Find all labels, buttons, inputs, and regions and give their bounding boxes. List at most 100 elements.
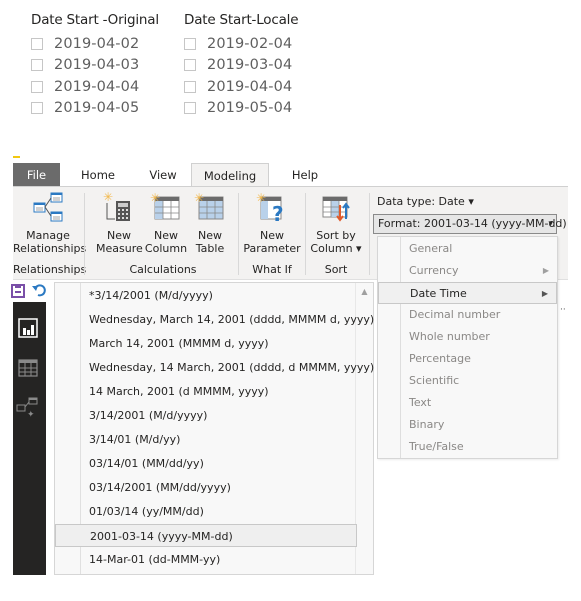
slicer-title: Date Start-Locale xyxy=(184,12,299,28)
new-table-icon: ✳ xyxy=(194,191,224,220)
group-label-calculations: Calculations xyxy=(129,263,197,276)
scroll-up-icon[interactable]: ▲ xyxy=(356,287,373,296)
tab-modeling[interactable]: Modeling xyxy=(191,163,269,188)
format-category-item[interactable]: General xyxy=(378,238,557,260)
slicer-option[interactable]: 2019-03-04 xyxy=(184,55,292,75)
button-label-line2: Relationships xyxy=(13,242,87,255)
undo-icon[interactable] xyxy=(31,282,47,298)
save-icon[interactable] xyxy=(11,283,25,298)
ribbon-tab-bar: File Home View Modeling Help xyxy=(13,163,581,188)
slicer-option[interactable]: 2019-04-03 xyxy=(31,55,139,75)
button-label-line1: New xyxy=(198,229,222,242)
sort-by-column-icon xyxy=(322,196,350,222)
slicer-title: Date Start -Original xyxy=(31,12,159,28)
format-option[interactable]: 01/03/14 (yy/MM/dd) xyxy=(55,500,357,523)
slicer-option-label: 2019-05-04 xyxy=(207,100,293,116)
checkbox[interactable] xyxy=(31,102,43,114)
button-label-line1: Sort by xyxy=(316,229,356,242)
format-category-label: Currency xyxy=(409,264,459,277)
group-divider xyxy=(84,193,85,275)
button-label-line2: Parameter xyxy=(243,242,301,255)
group-divider xyxy=(305,193,306,275)
data-type-dropdown[interactable]: Data type: Date ▾ xyxy=(377,195,474,208)
slicer-option-label: 2019-04-03 xyxy=(54,57,140,73)
calculator-icon: ✳ xyxy=(103,191,130,221)
checkbox[interactable] xyxy=(184,102,196,114)
format-option[interactable]: 14-Mar-01 (dd-MMM-yy) xyxy=(55,548,357,571)
slicer-locale: Date Start-Locale 2019-02-04 2019-03-04 … xyxy=(184,12,344,122)
svg-text:?: ? xyxy=(272,202,284,223)
slicer-option[interactable]: 2019-04-02 xyxy=(31,34,139,54)
model-view-icon[interactable]: ✦ xyxy=(16,397,40,420)
format-option[interactable]: Wednesday, 14 March, 2001 (dddd, d MMMM,… xyxy=(55,356,374,379)
format-category-label: Scientific xyxy=(409,374,460,387)
format-category-label: General xyxy=(409,242,453,255)
format-dropdown-value: Format: 2001-03-14 (yyyy-MM-dd) xyxy=(378,217,567,230)
new-parameter-button[interactable]: ✳ ? New Parameter xyxy=(242,191,302,255)
format-option[interactable]: March 14, 2001 (MMMM d, yyyy) xyxy=(55,332,357,355)
slicer-option[interactable]: 2019-04-04 xyxy=(31,77,139,97)
format-category-item[interactable]: Percentage xyxy=(378,348,557,370)
sort-by-column-button[interactable]: Sort by Column ▾ xyxy=(309,191,363,255)
report-view-icon[interactable] xyxy=(17,317,39,339)
slicer-option[interactable]: 2019-04-05 xyxy=(31,98,139,118)
format-category-item[interactable]: Decimal number xyxy=(378,304,557,326)
format-option[interactable]: 03/14/01 (MM/dd/yy) xyxy=(55,452,357,475)
format-dropdown[interactable]: Format: 2001-03-14 (yyyy-MM-dd) ▾ xyxy=(373,214,567,234)
format-option[interactable]: 2001-03-14 (yyyy-MM-dd) xyxy=(55,524,357,547)
tab-help[interactable]: Help xyxy=(289,163,321,187)
group-divider xyxy=(369,193,370,275)
new-column-icon: ✳ xyxy=(150,191,180,220)
app-accent-bar xyxy=(13,156,20,158)
tab-home[interactable]: Home xyxy=(80,163,116,187)
checkbox[interactable] xyxy=(31,81,43,93)
new-column-button[interactable]: ✳ New Column xyxy=(144,191,188,255)
slicer-option[interactable]: 2019-02-04 xyxy=(184,34,292,54)
group-label-what-if: What If xyxy=(252,263,292,276)
svg-text:✳: ✳ xyxy=(150,191,160,205)
format-option[interactable]: 03/14/2001 (MM/dd/yyyy) xyxy=(55,476,357,499)
new-table-button[interactable]: ✳ New Table xyxy=(190,191,230,255)
format-category-item[interactable]: Whole number xyxy=(378,326,557,348)
checkbox[interactable] xyxy=(184,59,196,71)
data-view-icon[interactable] xyxy=(17,357,39,379)
group-label-relationships: Relationships xyxy=(13,263,87,276)
more-options-icon[interactable]: ·· xyxy=(560,305,566,315)
chevron-down-icon: ▾ xyxy=(548,219,553,229)
group-label-sort: Sort xyxy=(324,263,348,276)
slicer-option[interactable]: 2019-04-04 xyxy=(184,77,292,97)
format-category-label: Date Time xyxy=(410,287,467,300)
format-category-label: Decimal number xyxy=(409,308,501,321)
format-category-item[interactable]: Scientific xyxy=(378,370,557,392)
checkbox[interactable] xyxy=(184,81,196,93)
date-format-list: ▲ *3/14/2001 (M/d/yyyy) Wednesday, March … xyxy=(54,282,374,575)
manage-relationships-button[interactable]: Manage Relationships xyxy=(13,191,87,255)
tab-file[interactable]: File xyxy=(13,163,60,187)
button-label-line1: New xyxy=(107,229,131,242)
format-category-item[interactable]: Binary xyxy=(378,414,557,436)
format-option[interactable]: 3/14/01 (M/d/yy) xyxy=(55,428,357,451)
format-category-item[interactable]: Text xyxy=(378,392,557,414)
format-option[interactable]: *3/14/2001 (M/d/yyyy) xyxy=(55,284,357,307)
new-measure-button[interactable]: ✳ New Measure xyxy=(96,191,143,255)
slicer-option-label: 2019-04-05 xyxy=(54,100,140,116)
slicer-option-label: 2019-04-04 xyxy=(207,79,293,95)
format-category-item[interactable]: Date Time ▶ xyxy=(378,282,557,304)
format-option[interactable]: Wednesday, March 14, 2001 (dddd, MMMM d,… xyxy=(55,308,374,331)
format-option[interactable]: 3/14/2001 (M/d/yyyy) xyxy=(55,404,357,427)
button-label-line1: New xyxy=(260,229,284,242)
format-category-item[interactable]: True/False xyxy=(378,436,557,458)
format-category-item[interactable]: Currency ▶ xyxy=(378,260,557,282)
checkbox[interactable] xyxy=(31,38,43,50)
checkbox[interactable] xyxy=(184,38,196,50)
svg-text:✳: ✳ xyxy=(194,191,204,205)
checkbox[interactable] xyxy=(31,59,43,71)
button-label-line1: Manage xyxy=(26,229,70,242)
format-category-label: Text xyxy=(409,396,432,409)
button-label-line2: Measure xyxy=(96,242,143,255)
format-option[interactable]: 14 March, 2001 (d MMMM, yyyy) xyxy=(55,380,357,403)
tab-view[interactable]: View xyxy=(146,163,180,187)
button-label-line1: New xyxy=(154,229,178,242)
slicer-option[interactable]: 2019-05-04 xyxy=(184,98,292,118)
new-parameter-icon: ✳ ? xyxy=(256,191,284,223)
